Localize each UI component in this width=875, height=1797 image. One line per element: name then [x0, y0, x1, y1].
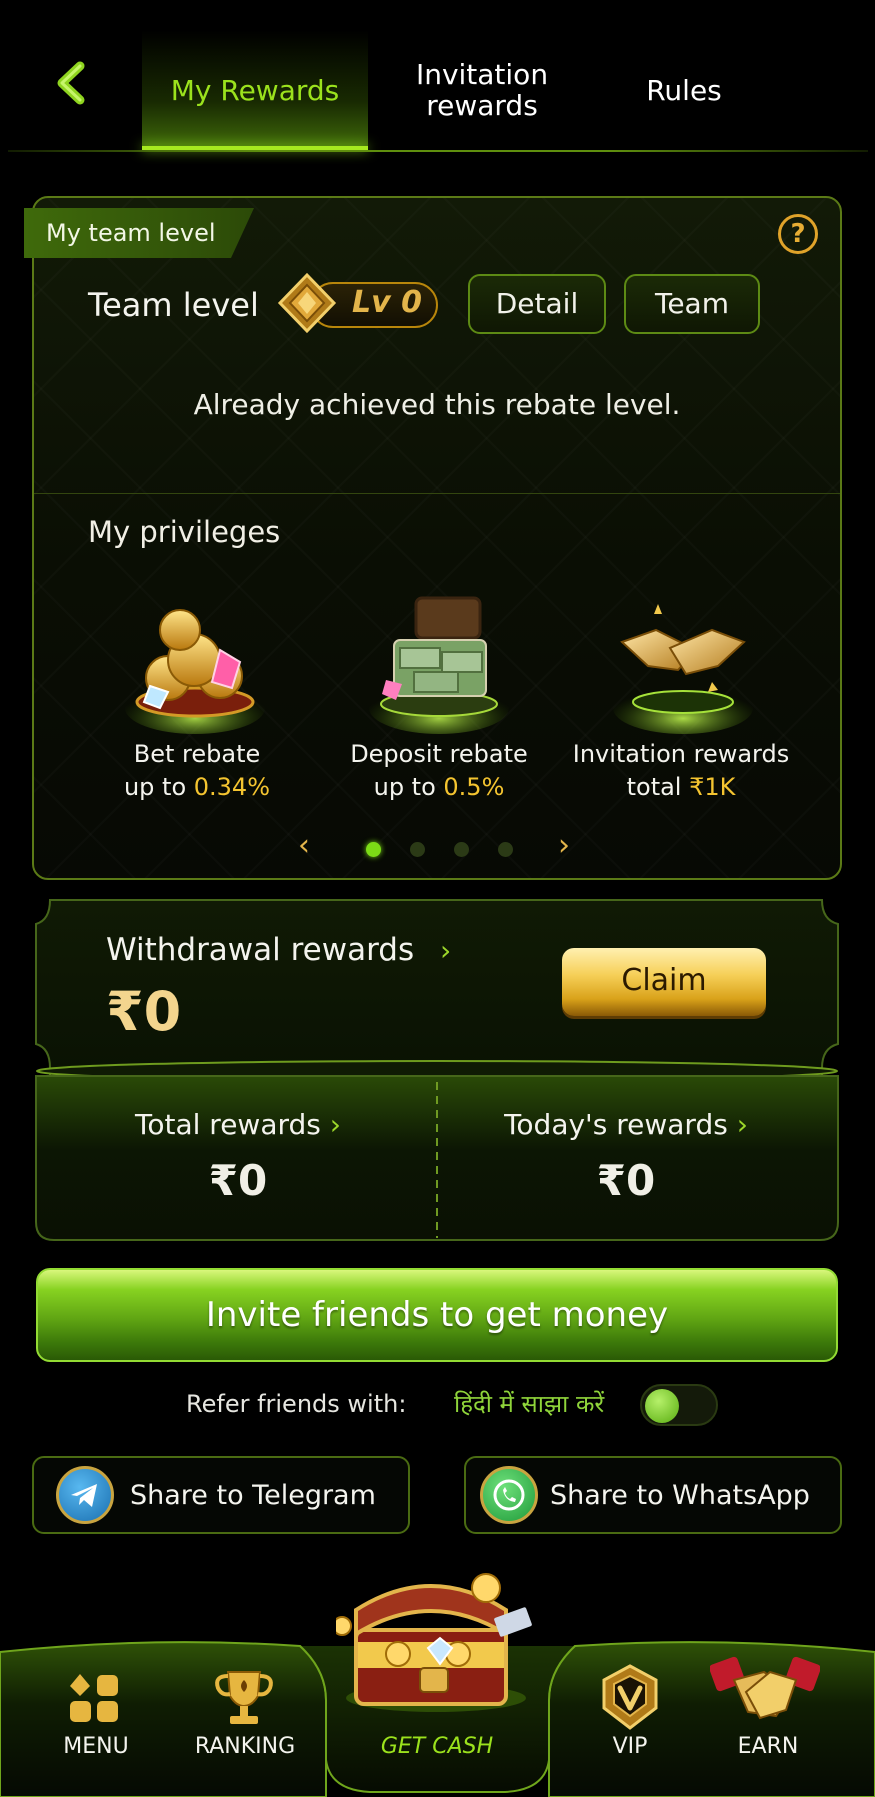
privilege-invitation-rewards: Invitation rewards total ₹1K — [566, 738, 796, 804]
todays-rewards-value: ₹0 — [596, 1156, 656, 1205]
privilege-invitation-rewards-value: ₹1K — [689, 773, 736, 801]
refer-friends-label: Refer friends with: — [186, 1390, 407, 1418]
nav-ranking-label[interactable]: RANKING — [175, 1734, 315, 1759]
privilege-deposit-rebate-title: Deposit rebate — [350, 740, 528, 768]
vip-shield-icon[interactable] — [600, 1664, 660, 1730]
carousel-prev-chevron-icon[interactable]: ‹ — [298, 828, 310, 863]
menu-grid-icon[interactable] — [66, 1670, 122, 1726]
total-rewards-label: Total rewards — [135, 1108, 321, 1141]
claim-button[interactable]: Claim — [562, 948, 766, 1016]
todays-rewards-label: Today's rewards — [504, 1108, 728, 1141]
todays-rewards-chevron-right-icon: › — [736, 1108, 748, 1141]
handshake-icon[interactable] — [709, 1650, 821, 1726]
nav-menu-label[interactable]: MENU — [26, 1734, 166, 1759]
tab-rules-label: Rules — [646, 73, 722, 107]
nav-vip-label[interactable]: VIP — [560, 1734, 700, 1759]
back-arrow-icon — [57, 61, 85, 105]
top-divider — [8, 150, 868, 152]
carousel-dot-4[interactable] — [498, 842, 513, 857]
tab-my-rewards-label: My Rewards — [170, 73, 340, 107]
privilege-deposit-rebate-value: 0.5% — [443, 773, 505, 801]
help-icon[interactable]: ? — [778, 214, 818, 254]
withdrawal-amount: ₹0 — [106, 980, 182, 1043]
privileges-title: My privileges — [88, 515, 281, 549]
team-level-tag: My team level — [24, 208, 254, 258]
total-rewards-chevron-right-icon: › — [329, 1108, 341, 1141]
nav-earn-label[interactable]: EARN — [698, 1734, 838, 1759]
refer-language-text: हिंदी में साझा करें — [454, 1390, 605, 1418]
privilege-bet-rebate-prefix: up to — [123, 773, 194, 801]
share-whatsapp-label: Share to WhatsApp — [550, 1480, 810, 1511]
nav-get-cash-label[interactable]: GET CASH — [367, 1734, 507, 1759]
bet-rebate-coins-icon — [120, 590, 270, 740]
privilege-deposit-rebate-prefix: up to — [373, 773, 444, 801]
carousel-dot-1[interactable] — [366, 842, 381, 857]
share-telegram-label: Share to Telegram — [130, 1480, 376, 1511]
treasure-chest-icon[interactable] — [332, 1568, 536, 1718]
privilege-bet-rebate-value-line: up to 0.34% — [82, 771, 312, 804]
team-level-label: Team level — [88, 286, 259, 324]
detail-button[interactable]: Detail — [468, 274, 606, 334]
privilege-bet-rebate-value: 0.34% — [193, 773, 271, 801]
tab-invitation-rewards[interactable]: Invitation rewards — [392, 30, 572, 150]
privilege-deposit-rebate: Deposit rebate up to 0.5% — [324, 738, 554, 804]
invite-friends-button[interactable]: Invite friends to get money — [36, 1268, 838, 1362]
total-rewards-value: ₹0 — [208, 1156, 268, 1205]
level-badge-icon — [276, 272, 338, 334]
total-rewards-link[interactable]: Total rewards › — [48, 1108, 428, 1141]
language-toggle-knob[interactable] — [645, 1389, 679, 1423]
privilege-invitation-rewards-prefix: total — [626, 773, 690, 801]
team-button[interactable]: Team — [624, 274, 760, 334]
tab-my-rewards[interactable]: My Rewards — [142, 30, 368, 150]
deposit-rebate-cash-icon — [364, 590, 514, 740]
tab-rules[interactable]: Rules — [600, 30, 768, 150]
privilege-deposit-rebate-value-line: up to 0.5% — [324, 771, 554, 804]
back-button[interactable] — [50, 60, 96, 106]
level-status-text: Already achieved this rebate level. — [193, 388, 681, 421]
carousel-dot-3[interactable] — [454, 842, 469, 857]
withdrawal-chevron-right-icon[interactable]: › — [440, 934, 451, 967]
tab-invitation-rewards-label: Invitation rewards — [415, 58, 549, 122]
todays-rewards-link[interactable]: Today's rewards › — [436, 1108, 816, 1141]
withdrawal-rewards-link[interactable]: Withdrawal rewards — [106, 932, 414, 968]
trophy-icon[interactable] — [212, 1668, 276, 1728]
privilege-bet-rebate-title: Bet rebate — [133, 740, 261, 768]
privilege-bet-rebate: Bet rebate up to 0.34% — [82, 738, 312, 804]
carousel-next-chevron-icon[interactable]: › — [558, 828, 570, 863]
telegram-icon — [56, 1466, 114, 1524]
invitation-handshake-icon — [608, 590, 758, 740]
privilege-invitation-rewards-title: Invitation rewards — [572, 740, 790, 768]
card-divider — [34, 493, 840, 494]
privilege-invitation-rewards-value-line: total ₹1K — [566, 771, 796, 804]
team-level-value: Lv 0 — [352, 285, 422, 320]
whatsapp-icon — [480, 1466, 538, 1524]
carousel-dot-2[interactable] — [410, 842, 425, 857]
